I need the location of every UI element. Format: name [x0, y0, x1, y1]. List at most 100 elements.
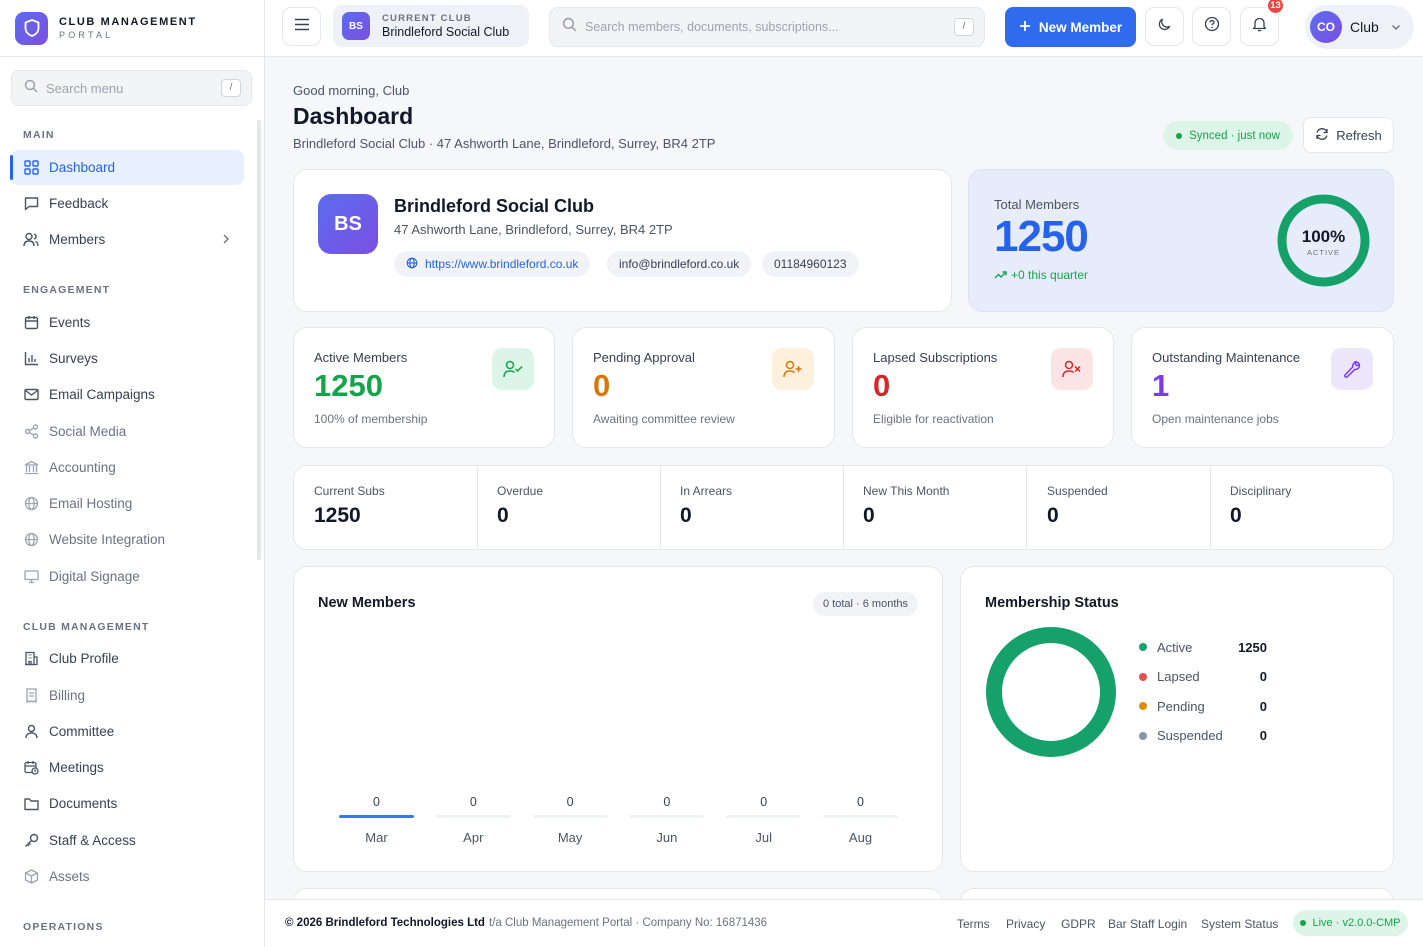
sidebar-item-staff-access[interactable]: Staff & Access: [11, 823, 244, 858]
page-title: Dashboard: [293, 103, 414, 129]
club-logo: BS: [318, 194, 378, 254]
help-button[interactable]: [1192, 7, 1231, 46]
stat-card-lapsed[interactable]: Lapsed Subscriptions 0 Eligible for reac…: [852, 327, 1114, 448]
sidebar-item-label: Surveys: [49, 351, 98, 366]
sidebar-item-label: Digital Signage: [49, 569, 140, 584]
legend-item-pending[interactable]: Pending 0: [1139, 696, 1279, 716]
metric-label: New This Month: [863, 484, 950, 498]
user-name: Club: [1350, 19, 1379, 35]
bar-data-label: 0: [857, 795, 864, 809]
club-phone-chip[interactable]: 01184960123: [762, 251, 859, 277]
bar-data-label: 0: [469, 795, 477, 809]
metric-new-this-month[interactable]: New This Month 0: [843, 466, 1027, 549]
footer-link-privacy[interactable]: Privacy: [1006, 917, 1045, 931]
stat-sub: Awaiting committee review: [593, 412, 735, 426]
share-icon: [23, 424, 39, 440]
bar-track: [726, 815, 802, 818]
user-menu[interactable]: CO Club: [1305, 5, 1414, 49]
metric-suspended[interactable]: Suspended 0: [1027, 466, 1211, 549]
sidebar-item-website-integration[interactable]: Website Integration: [11, 522, 244, 557]
shortcut-key: /: [221, 79, 241, 97]
metric-disciplinary[interactable]: Disciplinary 0: [1210, 466, 1393, 549]
greeting: Good morning, Club: [293, 83, 410, 98]
sidebar-item-dashboard[interactable]: Dashboard: [10, 150, 244, 185]
footer: © 2026 Brindleford Technologies Ltd t/a …: [265, 899, 1423, 947]
sidebar-item-accounting[interactable]: Accounting: [11, 450, 244, 485]
sidebar-item-meetings[interactable]: Meetings: [11, 750, 244, 785]
sidebar-item-email-hosting[interactable]: Email Hosting: [11, 486, 244, 521]
footer-link-system-status[interactable]: System Status: [1201, 917, 1278, 931]
metric-overdue[interactable]: Overdue 0: [477, 466, 661, 549]
theme-toggle-button[interactable]: [1145, 7, 1184, 46]
sidebar-item-feedback[interactable]: Feedback: [11, 186, 244, 221]
wrench-icon: [1331, 348, 1373, 390]
sidebar-item-label: Billing: [49, 688, 86, 703]
metric-value: 0: [680, 504, 692, 527]
avatar: CO: [1310, 11, 1342, 43]
sidebar-item-documents[interactable]: Documents: [11, 786, 244, 821]
calendar-clock-icon: [23, 760, 39, 776]
membership-status-card: Membership Status Active 1250 Lapsed 0 Pendi…: [960, 566, 1394, 872]
stat-card-maintenance[interactable]: Outstanding Maintenance 1 Open maintenan…: [1131, 327, 1394, 448]
sidebar-scrollbar[interactable]: [257, 120, 261, 560]
sidebar-item-digital-signage[interactable]: Digital Signage: [11, 559, 244, 594]
total-members-card: Total Members 1250 +0 this quarter 100% …: [968, 169, 1394, 312]
brand[interactable]: CLUB MANAGEMENT PORTAL: [0, 0, 264, 57]
subscription-metrics: Current Subs 1250 Overdue 0 In Arrears 0…: [293, 465, 1394, 550]
legend-label: Active: [1157, 639, 1193, 655]
legend-item-lapsed[interactable]: Lapsed 0: [1139, 667, 1279, 687]
sidebar-item-assets[interactable]: Assets: [11, 859, 244, 894]
sidebar-item-members[interactable]: Members: [11, 222, 244, 257]
donut-slice-active[interactable]: [986, 627, 1116, 757]
metric-current-subs[interactable]: Current Subs 1250: [294, 466, 478, 549]
footer-link-terms[interactable]: Terms: [957, 917, 990, 931]
bell-icon: [1252, 16, 1267, 37]
stat-sub: 100% of membership: [314, 412, 428, 426]
sidebar-item-label: Documents: [49, 796, 118, 811]
bar-category-label: May: [557, 830, 583, 845]
legend-dot-icon: [1139, 731, 1147, 740]
refresh-button[interactable]: Refresh: [1303, 117, 1394, 153]
new-member-button[interactable]: New Member: [1005, 7, 1136, 47]
sidebar-item-label: Email Campaigns: [49, 387, 155, 402]
stat-card-active[interactable]: Active Members 1250 100% of membership: [293, 327, 555, 448]
footer-link-bar-staff-login[interactable]: Bar Staff Login: [1108, 917, 1187, 931]
hamburger-icon: [294, 18, 310, 36]
bar-track: [435, 815, 511, 818]
stat-label: Outstanding Maintenance: [1152, 350, 1301, 365]
sidebar-item-club-profile[interactable]: Club Profile: [11, 641, 244, 676]
metric-label: Overdue: [497, 484, 544, 498]
metric-in-arrears[interactable]: In Arrears 0: [660, 466, 844, 549]
sidebar-item-events[interactable]: Events: [11, 305, 244, 340]
stat-card-pending[interactable]: Pending Approval 0 Awaiting committee re…: [572, 327, 835, 448]
bar: [823, 815, 898, 818]
bar-data-label: 0: [760, 795, 768, 809]
user-plus-icon: [772, 348, 814, 390]
globe-icon: [23, 496, 39, 512]
brand-title: CLUB MANAGEMENT: [59, 16, 197, 28]
club-website-link[interactable]: https://www.brindleford.co.uk: [394, 251, 591, 277]
chart-summary-badge: 0 total · 6 months: [813, 592, 918, 616]
box-icon: [23, 869, 39, 885]
sidebar-search-input[interactable]: Search menu /: [11, 70, 252, 106]
legend-item-active[interactable]: Active 1250: [1139, 637, 1279, 657]
metric-label: In Arrears: [680, 484, 733, 498]
sidebar-item-social-media[interactable]: Social Media: [11, 414, 244, 449]
sidebar-item-committee[interactable]: Committee: [11, 714, 244, 749]
total-members-value: 1250: [994, 212, 1089, 261]
legend-item-suspended[interactable]: Suspended 0: [1139, 726, 1279, 746]
sidebar: CLUB MANAGEMENT PORTAL Search menu / MAI…: [0, 0, 265, 947]
sidebar-item-email-campaigns[interactable]: Email Campaigns: [11, 377, 244, 412]
current-club-switcher[interactable]: BS CURRENT CLUB Brindleford Social Club: [333, 5, 529, 47]
sidebar-item-surveys[interactable]: Surveys: [11, 341, 244, 376]
club-email-chip[interactable]: info@brindleford.co.uk: [607, 251, 752, 277]
metric-label: Disciplinary: [1230, 484, 1292, 498]
sidebar-item-billing[interactable]: Billing: [11, 678, 244, 713]
section-label-club-management: CLUB MANAGEMENT: [23, 621, 150, 633]
footer-link-gdpr[interactable]: GDPR: [1061, 917, 1096, 931]
bar-chart-icon: [23, 351, 39, 367]
menu-toggle-button[interactable]: [282, 7, 321, 46]
global-search-input[interactable]: Search members, documents, subscriptions…: [549, 7, 985, 47]
metric-value: 0: [1047, 504, 1059, 527]
globe-icon: [406, 257, 418, 272]
